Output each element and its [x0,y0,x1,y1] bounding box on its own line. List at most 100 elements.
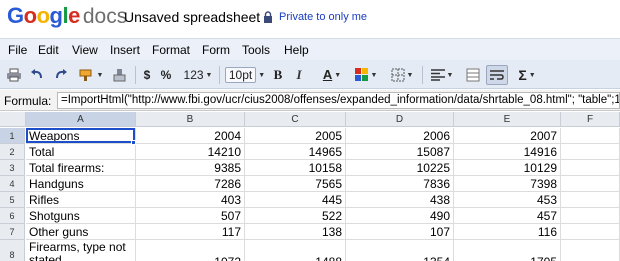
row-header-4[interactable]: 4 [0,176,25,192]
cell-b1[interactable]: 2004 [136,128,245,144]
print-icon[interactable] [5,65,23,85]
logo-letter: o [23,3,37,28]
functions-dropdown[interactable]: Σ ▼ [514,65,540,85]
cell-c3[interactable]: 10158 [245,160,346,176]
fill-handle[interactable] [131,140,136,145]
cell-b3[interactable]: 9385 [136,160,245,176]
column-header-b[interactable]: B [136,112,245,127]
cell-b2[interactable]: 14210 [136,144,245,160]
cell-c6[interactable]: 522 [245,208,346,224]
formula-input[interactable]: =ImportHtml("http://www.fbi.gov/ucr/cius… [57,92,620,109]
wrap-text-icon[interactable] [486,65,508,85]
column-header-c[interactable]: C [245,112,346,127]
cell-f5[interactable] [561,192,620,208]
cell-d3[interactable]: 10225 [346,160,454,176]
cell-b7[interactable]: 117 [136,224,245,240]
row-header-6[interactable]: 6 [0,208,25,224]
menu-tools[interactable]: Tools [242,43,270,57]
number-format-dropdown[interactable]: 123 ▼ [180,65,216,85]
sharing-status-link[interactable]: Private to only me [279,11,367,23]
cell-a2[interactable]: Total [26,144,136,160]
row-header-2[interactable]: 2 [0,144,25,160]
cell-d1[interactable]: 2006 [346,128,454,144]
cell-f6[interactable] [561,208,620,224]
cell-a8[interactable]: Firearms, type not stated [26,240,136,261]
cell-c4[interactable]: 7565 [245,176,346,192]
align-left-icon[interactable]: ▼ [428,65,456,85]
undo-icon[interactable] [28,65,46,85]
row-header-8[interactable]: 8 [0,240,25,261]
menu-format[interactable]: Format [152,43,190,57]
menu-file[interactable]: File [8,43,27,57]
italic-button[interactable]: I [292,65,306,85]
toolbar: ▼ $ % 123 ▼ 10pt ▼ B I A ▼ ▼ ▼ ▼ Σ ▼ [0,60,620,89]
google-docs-logo[interactable]: Google docs [7,3,127,29]
cell-f3[interactable] [561,160,620,176]
cell-d2[interactable]: 15087 [346,144,454,160]
row-header-5[interactable]: 5 [0,192,25,208]
menu-form[interactable]: Form [202,43,230,57]
cell-c1[interactable]: 2005 [245,128,346,144]
column-header-e[interactable]: E [454,112,561,127]
cell-a6[interactable]: Shotguns [26,208,136,224]
borders-icon[interactable]: ▼ [388,65,416,85]
cell-a4[interactable]: Handguns [26,176,136,192]
menu-view[interactable]: View [72,43,98,57]
menu-insert[interactable]: Insert [110,43,140,57]
font-size-dropdown[interactable]: 10pt ▼ [224,65,266,85]
cell-a1[interactable]: Weapons [26,128,136,144]
cell-d4[interactable]: 7836 [346,176,454,192]
menu-help[interactable]: Help [284,43,309,57]
row-header-7[interactable]: 7 [0,224,25,240]
cell-c2[interactable]: 14965 [245,144,346,160]
cell-d5[interactable]: 438 [346,192,454,208]
chevron-down-icon: ▼ [258,71,266,79]
row-header-1[interactable]: 1 [0,128,25,144]
cell-c5[interactable]: 445 [245,192,346,208]
percent-format-button[interactable]: % [158,65,174,85]
cell-e6[interactable]: 457 [454,208,561,224]
column-header-a[interactable]: A [26,112,136,127]
cell-f2[interactable] [561,144,620,160]
bold-button[interactable]: B [270,65,286,85]
cell-a7[interactable]: Other guns [26,224,136,240]
currency-format-button[interactable]: $ [140,65,154,85]
cell-e5[interactable]: 453 [454,192,561,208]
cell-e7[interactable]: 116 [454,224,561,240]
cell-e8[interactable]: 1705 [454,240,561,261]
cell-b4[interactable]: 7286 [136,176,245,192]
format-painter-icon[interactable]: ▼ [77,65,105,85]
logo-letter: e [68,3,80,28]
cell-f8[interactable] [561,240,620,261]
grid-corner[interactable] [0,112,26,127]
menu-bar: File Edit View Insert Format Form Tools … [0,38,620,60]
cell-f1[interactable] [561,128,620,144]
column-header-d[interactable]: D [346,112,454,127]
row-header-3[interactable]: 3 [0,160,25,176]
document-title[interactable]: Unsaved spreadsheet [124,9,260,25]
merge-cells-icon[interactable] [464,65,482,85]
cell-a5[interactable]: Rifles [26,192,136,208]
fill-color-icon[interactable]: ▼ [352,65,380,85]
cell-f4[interactable] [561,176,620,192]
menu-edit[interactable]: Edit [38,43,59,57]
text-color-dropdown[interactable]: A ▼ [318,65,346,85]
cell-f7[interactable] [561,224,620,240]
clear-format-icon[interactable] [110,65,130,85]
cell-e1[interactable]: 2007 [454,128,561,144]
cell-a3[interactable]: Total firearms: [26,160,136,176]
cell-e2[interactable]: 14916 [454,144,561,160]
cell-d8[interactable]: 1354 [346,240,454,261]
redo-icon[interactable] [52,65,70,85]
cell-e3[interactable]: 10129 [454,160,561,176]
cell-d7[interactable]: 107 [346,224,454,240]
column-header-f[interactable]: F [561,112,620,127]
cell-b5[interactable]: 403 [136,192,245,208]
cell-b6[interactable]: 507 [136,208,245,224]
cell-c8[interactable]: 1488 [245,240,346,261]
cell-c7[interactable]: 138 [245,224,346,240]
cell-e4[interactable]: 7398 [454,176,561,192]
cell-b8[interactable]: 1072 [136,240,245,261]
toolbar-separator [135,66,136,84]
cell-d6[interactable]: 490 [346,208,454,224]
